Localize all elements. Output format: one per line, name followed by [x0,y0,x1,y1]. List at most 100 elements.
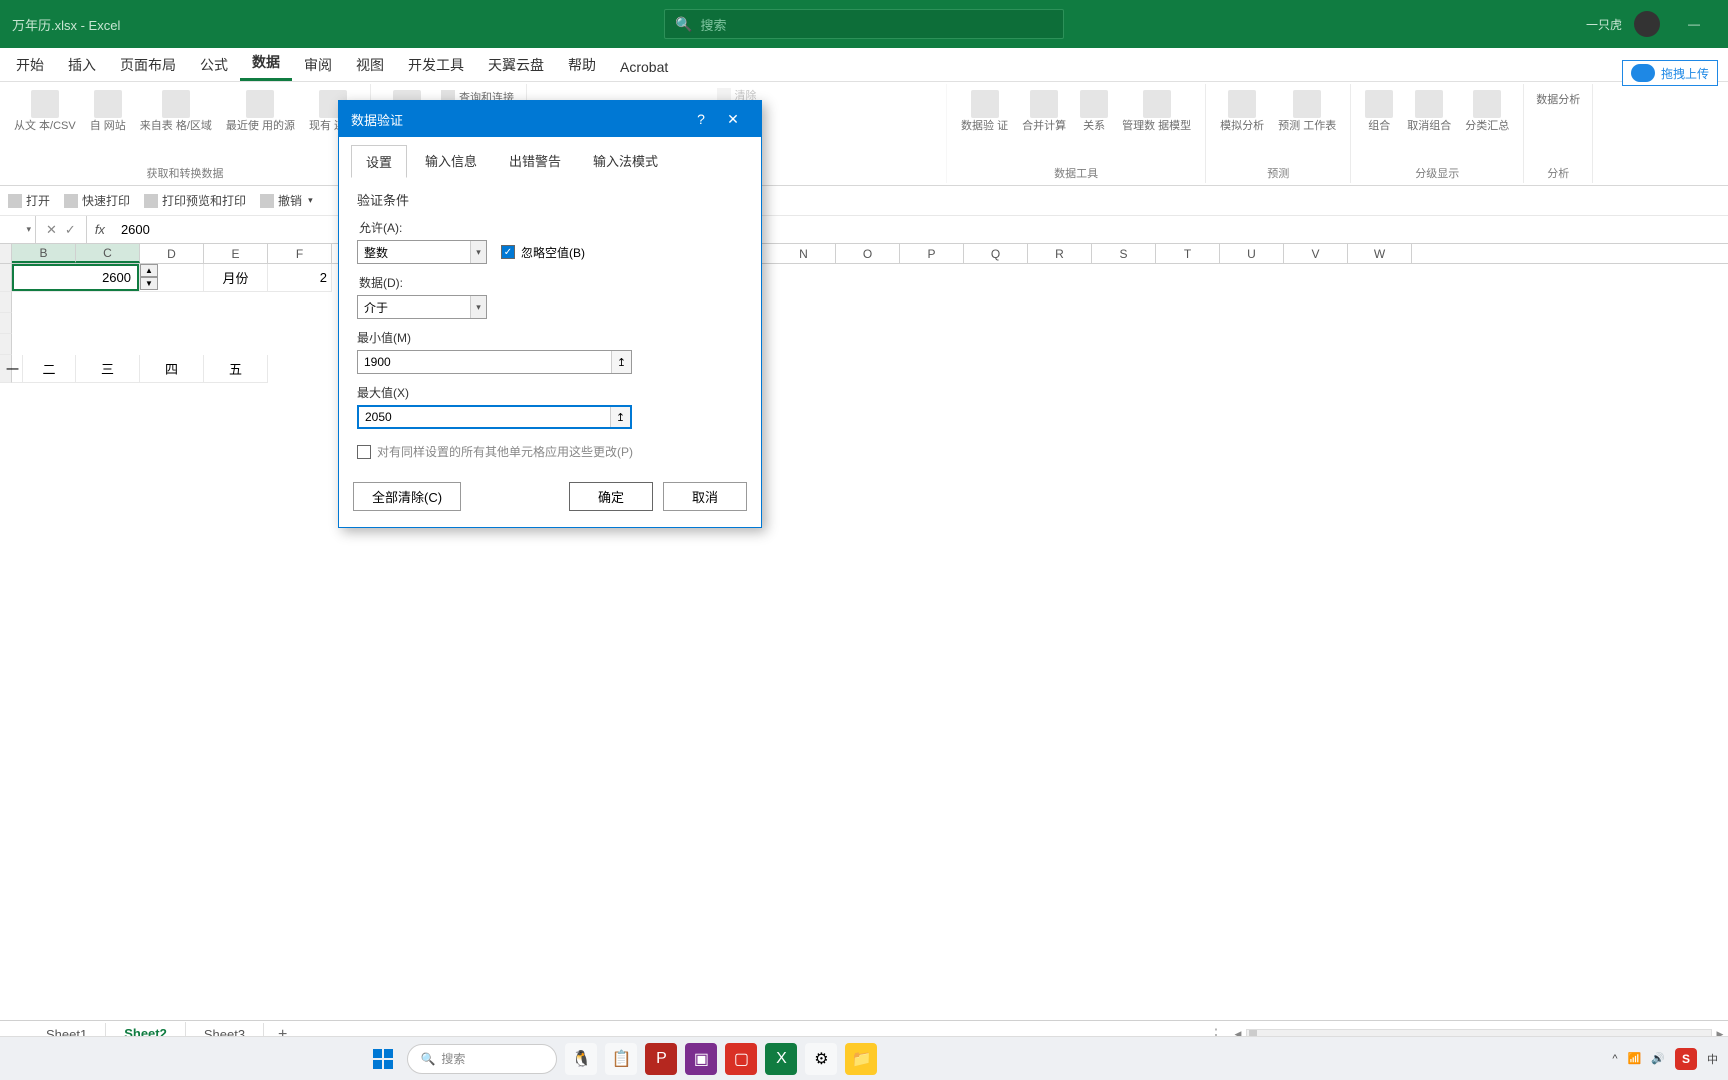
dialog-tab-input-msg[interactable]: 输入信息 [411,145,491,178]
col-header-q[interactable]: Q [964,244,1028,263]
col-header-s[interactable]: S [1092,244,1156,263]
quick-print-button[interactable]: 快速打印 [64,192,130,209]
col-header-w[interactable]: W [1348,244,1412,263]
cell-e-month[interactable]: 月份 [204,264,268,292]
tab-acrobat[interactable]: Acrobat [608,53,680,81]
max-input[interactable] [359,410,610,424]
apply-all-checkbox[interactable]: 对有同样设置的所有其他单元格应用这些更改(P) [357,443,743,460]
taskbar-app-3[interactable]: P [645,1043,677,1075]
tab-data[interactable]: 数据 [240,46,292,81]
minimize-button[interactable]: — [1672,17,1716,31]
tab-insert[interactable]: 插入 [56,49,108,81]
range-select-button[interactable]: ↥ [610,407,630,427]
tab-home[interactable]: 开始 [4,49,56,81]
active-cell[interactable]: 2600 [12,264,139,291]
row-header[interactable] [0,264,12,292]
taskbar-app-5[interactable]: ▢ [725,1043,757,1075]
print-preview-button[interactable]: 打印预览和打印 [144,192,246,209]
tray-lang[interactable]: 中 [1707,1051,1718,1067]
dialog-tab-settings[interactable]: 设置 [351,145,407,178]
relations-button[interactable]: 关系 [1074,88,1114,135]
weekday-4[interactable]: 四 [140,355,204,383]
ignore-blank-checkbox[interactable]: ✓ 忽略空值(B) [501,244,585,261]
tray-wifi-icon[interactable]: 📶 [1628,1052,1642,1065]
taskbar-explorer[interactable]: 📁 [845,1043,877,1075]
from-web-button[interactable]: 自 网站 [84,88,132,135]
start-button[interactable] [367,1043,399,1075]
ungroup-button[interactable]: 取消组合 [1401,88,1457,135]
tray-ime-icon[interactable]: S [1675,1048,1697,1070]
col-header-f[interactable]: F [268,244,332,263]
col-header-e[interactable]: E [204,244,268,263]
fx-label[interactable]: fx [87,222,113,237]
weekday-5[interactable]: 五 [204,355,268,383]
tab-cloud[interactable]: 天翼云盘 [476,49,556,81]
tray-chevron-icon[interactable]: ^ [1612,1053,1617,1065]
select-all-corner[interactable] [0,244,12,263]
taskbar-app-2[interactable]: 📋 [605,1043,637,1075]
tab-review[interactable]: 审阅 [292,49,344,81]
dialog-tab-ime[interactable]: 输入法模式 [579,145,672,178]
range-select-button[interactable]: ↥ [611,351,631,373]
dialog-close-button[interactable]: ✕ [717,111,749,128]
cancel-formula-icon[interactable]: ✕ [46,222,57,238]
spinner-up-icon[interactable]: ▲ [140,264,158,277]
min-input[interactable] [358,355,611,369]
taskbar-search[interactable]: 🔍搜索 [407,1044,557,1074]
undo-button[interactable]: 撤销▾ [260,192,313,209]
col-header-o[interactable]: O [836,244,900,263]
col-header-n[interactable]: N [772,244,836,263]
search-box[interactable]: 🔍 搜索 [664,9,1064,39]
col-header-b[interactable]: B [12,244,76,263]
consolidate-button[interactable]: 合并计算 [1016,88,1072,135]
tab-developer[interactable]: 开发工具 [396,49,476,81]
drag-upload-button[interactable]: 拖拽上传 [1622,60,1718,86]
data-analysis-button[interactable]: 数据分析 [1532,90,1584,108]
col-header-u[interactable]: U [1220,244,1284,263]
accept-formula-icon[interactable]: ✓ [65,222,76,238]
taskbar-app-1[interactable]: 🐧 [565,1043,597,1075]
ok-button[interactable]: 确定 [569,482,653,511]
allow-label: 允许(A): [359,219,743,236]
spinner-down-icon[interactable]: ▼ [140,277,158,290]
clear-all-button[interactable]: 全部清除(C) [353,482,461,511]
username: 一只虎 [1586,16,1622,33]
data-validation-button[interactable]: 数据验 证 [955,88,1014,135]
from-table-button[interactable]: 来自表 格/区域 [134,88,218,135]
weekday-3[interactable]: 三 [76,355,140,383]
name-box[interactable]: ▾ [0,216,36,243]
forecast-button[interactable]: 预测 工作表 [1272,88,1342,135]
spreadsheet-grid[interactable]: B C D E F N O P Q R S T U V W 月份 2 一 二 三 [0,244,1728,764]
cancel-button[interactable]: 取消 [663,482,747,511]
cell-f-2[interactable]: 2 [268,264,332,292]
allow-select[interactable]: 整数 ▾ [357,240,487,264]
col-header-t[interactable]: T [1156,244,1220,263]
recent-sources-button[interactable]: 最近使 用的源 [220,88,301,135]
open-button[interactable]: 打开 [8,192,50,209]
col-header-d[interactable]: D [140,244,204,263]
col-header-v[interactable]: V [1284,244,1348,263]
dialog-title-bar[interactable]: 数据验证 ? ✕ [339,101,761,137]
data-model-button[interactable]: 管理数 据模型 [1116,88,1197,135]
cell-spinner[interactable]: ▲ ▼ [140,264,158,290]
weekday-2[interactable]: 二 [23,355,76,383]
group-button[interactable]: 组合 [1359,88,1399,135]
col-header-c[interactable]: C [76,244,140,263]
taskbar-app-4[interactable]: ▣ [685,1043,717,1075]
tab-page-layout[interactable]: 页面布局 [108,49,188,81]
tab-help[interactable]: 帮助 [556,49,608,81]
tray-volume-icon[interactable]: 🔊 [1651,1052,1665,1065]
col-header-p[interactable]: P [900,244,964,263]
data-select[interactable]: 介于 ▾ [357,295,487,319]
tab-view[interactable]: 视图 [344,49,396,81]
taskbar-excel[interactable]: X [765,1043,797,1075]
subtotal-button[interactable]: 分类汇总 [1459,88,1515,135]
from-text-csv-button[interactable]: 从文 本/CSV [8,88,82,135]
tab-formulas[interactable]: 公式 [188,49,240,81]
avatar[interactable] [1634,11,1660,37]
dialog-tab-error-alert[interactable]: 出错警告 [495,145,575,178]
taskbar-app-6[interactable]: ⚙ [805,1043,837,1075]
dialog-help-button[interactable]: ? [685,111,717,127]
whatif-button[interactable]: 模拟分析 [1214,88,1270,135]
col-header-r[interactable]: R [1028,244,1092,263]
